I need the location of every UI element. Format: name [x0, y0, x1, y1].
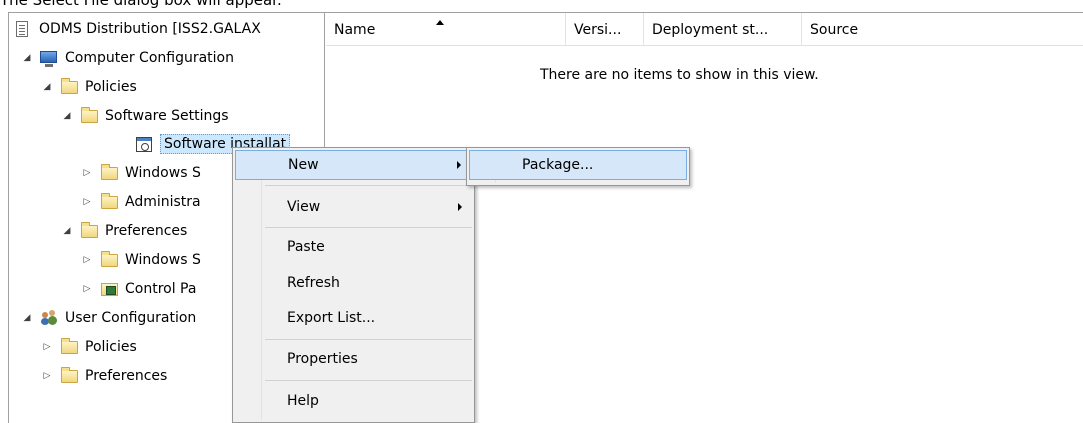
menu-item-view[interactable]: View — [235, 192, 472, 222]
menu-item-paste[interactable]: Paste — [235, 232, 472, 262]
menu-item-properties[interactable]: Properties — [235, 344, 472, 374]
menu-item-help[interactable]: Help — [235, 386, 472, 416]
tree-node-preferences[interactable]: ◢ Preferences — [61, 219, 187, 243]
column-header-label: Deployment st... — [652, 21, 769, 38]
gpo-document-icon — [13, 20, 33, 38]
context-menu: New View Paste Refresh Export List... Pr… — [232, 147, 475, 423]
tree-node-policies[interactable]: ◢ Policies — [41, 75, 137, 99]
menu-item-label: View — [287, 199, 321, 215]
collapse-triangle-icon[interactable]: ◢ — [61, 110, 73, 122]
expand-triangle-icon[interactable]: ▷ — [81, 254, 93, 266]
submenu-arrow-icon — [458, 203, 462, 211]
menu-item-label: Export List... — [287, 310, 376, 326]
users-icon — [39, 309, 59, 327]
tree-node-label: Preferences — [85, 368, 168, 384]
folder-icon — [79, 222, 99, 240]
expand-triangle-icon[interactable]: ▷ — [81, 196, 93, 208]
menu-item-label: Package... — [522, 157, 594, 173]
tree-node-user-configuration[interactable]: ◢ User Configuration — [21, 306, 196, 330]
folder-icon — [99, 164, 119, 182]
menu-separator — [265, 227, 472, 228]
menu-item-label: Properties — [287, 351, 358, 367]
tree-node-computer-configuration[interactable]: ◢ Computer Configuration — [21, 46, 234, 70]
menu-item-export-list[interactable]: Export List... — [235, 303, 472, 333]
caption-text: The Select File dialog box will appear. — [0, 0, 282, 9]
tree-node-preferences-windows-settings[interactable]: ▷ Windows S — [81, 248, 201, 272]
menu-separator — [265, 380, 472, 381]
collapse-triangle-icon[interactable]: ◢ — [61, 225, 73, 237]
tree-node-control-panel[interactable]: ▷ Control Pa — [81, 277, 197, 301]
menu-separator — [265, 185, 472, 186]
control-panel-folder-icon — [99, 280, 119, 298]
tree-node-label: ODMS Distribution [ISS2.GALAX — [39, 21, 261, 37]
expand-triangle-icon[interactable]: ▷ — [81, 283, 93, 295]
computer-icon — [39, 49, 59, 67]
tree-node-label: Software Settings — [105, 108, 229, 124]
menu-item-label: New — [288, 157, 319, 173]
column-header-label: Versi... — [574, 21, 622, 38]
column-header-source[interactable]: Source — [802, 13, 1083, 46]
software-installation-icon — [134, 135, 154, 153]
column-header-deployment-state[interactable]: Deployment st... — [644, 13, 802, 46]
tree-node-label: Control Pa — [125, 281, 197, 297]
tree-node-label: Policies — [85, 339, 137, 355]
folder-icon — [59, 367, 79, 385]
tree-node-label: Preferences — [105, 223, 188, 239]
new-submenu: Package... — [466, 147, 690, 186]
expand-triangle-icon[interactable]: ▷ — [41, 370, 53, 382]
folder-icon — [99, 251, 119, 269]
expand-triangle-icon[interactable]: ▷ — [41, 341, 53, 353]
menu-item-package[interactable]: Package... — [469, 150, 687, 180]
sort-ascending-icon — [436, 20, 444, 25]
tree-node-user-preferences[interactable]: ▷ Preferences — [41, 364, 167, 388]
collapse-triangle-icon[interactable]: ◢ — [21, 52, 33, 64]
menu-item-refresh[interactable]: Refresh — [235, 268, 472, 298]
tree-node-label: Administra — [125, 194, 201, 210]
menu-separator — [265, 339, 472, 340]
menu-item-label: Paste — [287, 239, 325, 255]
tree-node-label: Computer Configuration — [65, 50, 234, 66]
column-header-name[interactable]: Name — [326, 13, 566, 46]
menu-item-new[interactable]: New — [235, 150, 472, 180]
tree-node-label: Windows S — [125, 165, 201, 181]
column-header-version[interactable]: Versi... — [566, 13, 644, 46]
folder-icon — [59, 338, 79, 356]
tree-node-windows-settings[interactable]: ▷ Windows S — [81, 161, 201, 185]
column-header-label: Name — [334, 21, 376, 38]
column-header-label: Source — [810, 21, 859, 38]
tree-node-software-settings[interactable]: ◢ Software Settings — [61, 104, 229, 128]
tree-node-root[interactable]: ODMS Distribution [ISS2.GALAX — [13, 17, 261, 41]
tree-node-label: User Configuration — [65, 310, 197, 326]
collapse-triangle-icon[interactable]: ◢ — [21, 312, 33, 324]
menu-item-label: Help — [287, 393, 319, 409]
tree-node-label: Policies — [85, 79, 137, 95]
folder-icon — [79, 107, 99, 125]
list-header: Name Versi... Deployment st... Source — [326, 13, 1083, 46]
expand-triangle-icon[interactable]: ▷ — [81, 167, 93, 179]
folder-icon — [99, 193, 119, 211]
collapse-triangle-icon[interactable]: ◢ — [41, 81, 53, 93]
empty-list-message: There are no items to show in this view. — [540, 67, 819, 83]
folder-icon — [59, 78, 79, 96]
tree-node-label: Windows S — [125, 252, 201, 268]
tree-node-user-policies[interactable]: ▷ Policies — [41, 335, 137, 359]
tree-node-administrative-templates[interactable]: ▷ Administra — [81, 190, 201, 214]
menu-item-label: Refresh — [287, 275, 340, 291]
submenu-arrow-icon — [457, 161, 461, 169]
